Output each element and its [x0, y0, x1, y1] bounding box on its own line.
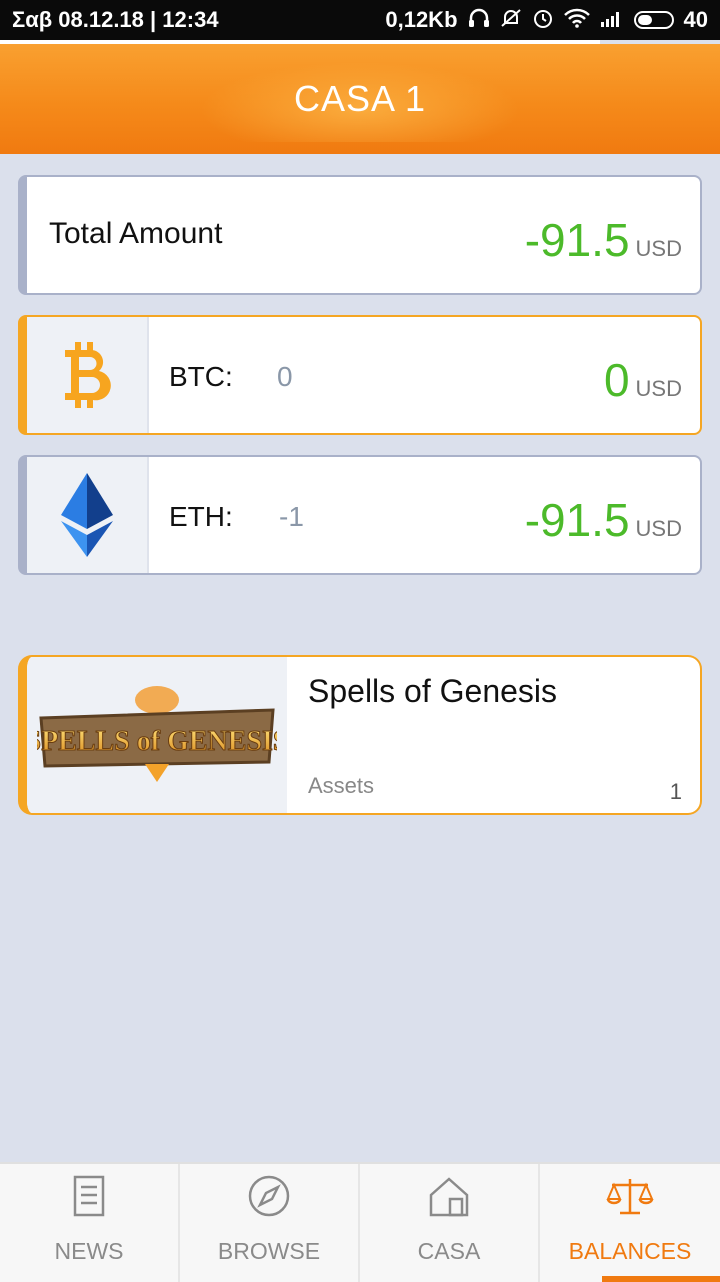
ethereum-icon: [27, 457, 149, 573]
headphones-icon: [468, 8, 490, 32]
signal-icon: [600, 8, 624, 32]
total-label: Total Amount: [49, 217, 223, 250]
nav-news-label: NEWS: [54, 1238, 124, 1264]
page-title: CASA 1: [293, 78, 427, 119]
network-speed: 0,12Kb: [385, 7, 458, 32]
btc-symbol: BTC:: [169, 361, 233, 392]
alarm-icon: [532, 7, 554, 33]
bitcoin-icon: [27, 317, 149, 433]
wifi-icon: [563, 8, 590, 32]
btc-balance-card[interactable]: BTC: 0 0 USD: [18, 315, 702, 435]
status-right: 0,12Kb 40: [385, 7, 708, 33]
nav-news[interactable]: NEWS: [0, 1164, 180, 1282]
news-icon: [71, 1174, 107, 1218]
btc-unit: USD: [635, 376, 682, 401]
game-name: Spells of Genesis: [308, 673, 558, 709]
spells-of-genesis-logo: SPELLS of GENESIS: [27, 657, 287, 813]
eth-symbol: ETH:: [169, 501, 233, 532]
bottom-nav: NEWS BROWSE CASA BALANCES: [0, 1162, 720, 1282]
nav-browse[interactable]: BROWSE: [180, 1164, 360, 1282]
home-icon: [428, 1174, 470, 1218]
status-bar: Σαβ 08.12.18 | 12:34 0,12Kb 40: [0, 0, 720, 40]
btc-value: 0: [603, 354, 630, 406]
total-value: -91.5: [524, 214, 630, 266]
assets-label: Assets: [308, 773, 375, 798]
nav-casa-label: CASA: [417, 1238, 481, 1264]
total-amount-card: Total Amount -91.5 USD: [18, 175, 702, 295]
eth-unit: USD: [635, 516, 682, 541]
logo-text: SPELLS of GENESIS: [37, 726, 277, 757]
btc-amount: 0 USD: [604, 353, 682, 407]
eth-value: -91.5: [524, 494, 630, 546]
total-unit: USD: [635, 236, 682, 261]
assets-count: 1: [669, 779, 682, 804]
scales-icon: [606, 1174, 654, 1218]
eth-balance-card[interactable]: ETH: -1 -91.5 USD: [18, 455, 702, 575]
nav-browse-label: BROWSE: [217, 1238, 321, 1264]
game-assets-card[interactable]: SPELLS of GENESIS Spells of Genesis Asse…: [18, 655, 702, 815]
battery-level: 40: [683, 7, 708, 32]
nav-casa[interactable]: CASA: [360, 1164, 540, 1282]
compass-icon: [248, 1174, 290, 1218]
btc-quantity: 0: [277, 361, 293, 392]
eth-quantity: -1: [279, 501, 304, 532]
status-datetime: Σαβ 08.12.18 | 12:34: [12, 7, 219, 32]
total-amount: -91.5 USD: [525, 213, 682, 267]
bell-muted-icon: [500, 8, 522, 32]
battery-icon: [633, 11, 674, 29]
nav-balances-label: BALANCES: [568, 1238, 692, 1264]
eth-amount: -91.5 USD: [525, 493, 682, 547]
nav-balances[interactable]: BALANCES: [540, 1164, 720, 1282]
app-header: CASA 1: [0, 44, 720, 154]
